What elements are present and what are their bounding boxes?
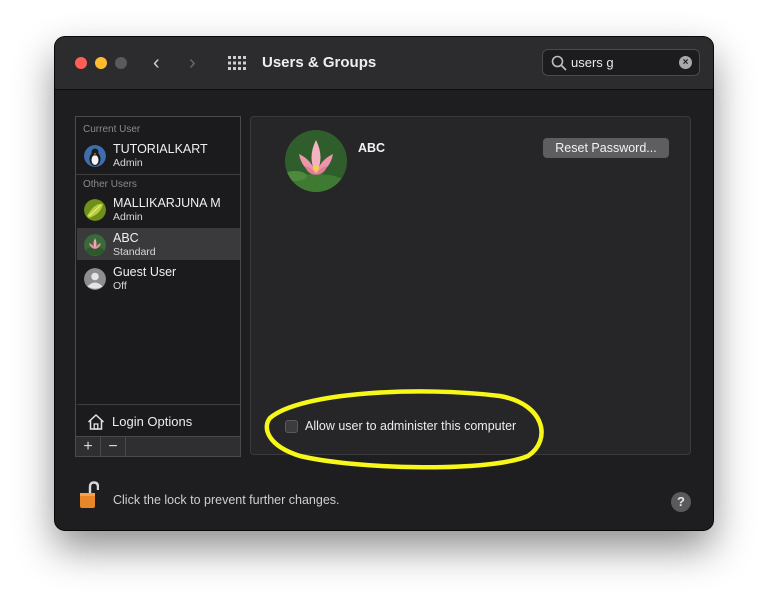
user-row-tutorialkart[interactable]: TUTORIALKART Admin [77,139,240,171]
house-icon [87,414,105,430]
users-groups-window: ‹ › Users & Groups × Current User [55,37,713,530]
user-row-guest[interactable]: Guest User Off [77,262,240,294]
guest-user-icon [84,268,106,290]
zoom-window-button[interactable] [115,57,127,69]
lotus-avatar-icon [84,234,106,256]
clear-search-icon[interactable]: × [679,56,692,69]
user-name: ABC [113,231,139,245]
penguin-avatar-icon [84,145,106,167]
section-divider [76,174,240,175]
user-role: Admin [113,157,143,169]
users-sidebar: Current User TUTORIALKART Admin Other Us… [75,116,241,456]
lock-instruction-text: Click the lock to prevent further change… [113,493,340,507]
window-title: Users & Groups [262,54,377,71]
user-name: MALLIKARJUNA M [113,196,221,210]
lotus-avatar-icon[interactable] [285,130,347,192]
remove-user-button[interactable]: − [101,437,126,456]
search-input[interactable] [571,53,671,72]
user-name: TUTORIALKART [113,142,208,156]
user-role: Standard [113,246,156,258]
search-icon [551,55,567,71]
help-button[interactable]: ? [671,492,691,512]
leaf-avatar-icon [84,199,106,221]
user-role: Off [113,280,127,292]
user-detail-panel: ABC Reset Password... Allow user to admi… [250,116,691,455]
back-chevron-icon[interactable]: ‹ [153,51,160,75]
user-row-abc[interactable]: ABC Standard [77,228,240,260]
current-user-section-label: Current User [83,124,141,135]
add-remove-bar: + − [75,436,241,457]
search-field[interactable]: × [542,49,700,76]
show-all-grid-icon[interactable] [228,55,246,71]
titlebar: ‹ › Users & Groups × [55,37,713,90]
add-user-button[interactable]: + [76,437,101,456]
allow-admin-label[interactable]: Allow user to administer this computer [305,419,516,433]
forward-chevron-icon[interactable]: › [189,51,196,75]
close-window-button[interactable] [75,57,87,69]
unlocked-padlock-icon[interactable] [79,481,99,509]
user-role: Admin [113,211,143,223]
minimize-window-button[interactable] [95,57,107,69]
user-row-mallikarjuna[interactable]: MALLIKARJUNA M Admin [77,193,240,225]
login-options-item[interactable]: Login Options [77,404,240,439]
user-name: Guest User [113,265,177,279]
other-users-section-label: Other Users [83,179,137,190]
reset-password-button[interactable]: Reset Password... [543,138,669,158]
login-options-label: Login Options [112,414,193,429]
selected-user-name: ABC [358,141,386,155]
allow-admin-checkbox[interactable] [285,420,298,433]
